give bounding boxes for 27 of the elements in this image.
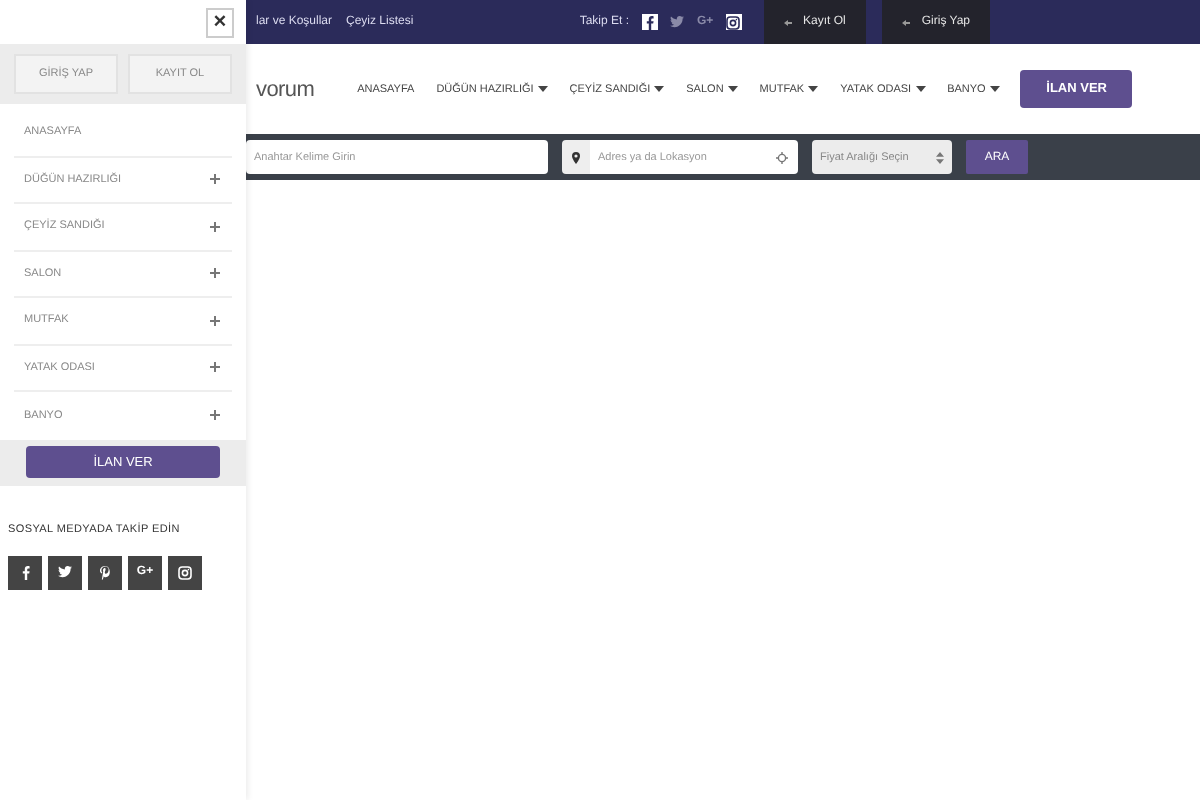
social-link[interactable] [641,14,658,30]
social-button[interactable] [88,555,122,589]
plus-icon[interactable] [210,221,220,232]
facebook-icon [645,15,654,29]
plus-icon[interactable] [210,410,220,421]
social-button[interactable] [48,555,82,589]
twitter-icon [670,16,685,28]
instagram-icon [178,565,192,579]
close-button[interactable]: × [206,7,234,37]
pin-icon [572,151,580,163]
instagram-icon [726,15,741,29]
twitter-icon [58,566,72,578]
plus-icon[interactable] [210,315,220,326]
logo[interactable]: vorum [256,77,315,101]
social-link[interactable] [725,14,742,30]
pin-button[interactable] [562,140,590,174]
social-button[interactable] [8,555,42,589]
social-button[interactable] [168,555,202,589]
facebook-icon [21,565,29,579]
pinterest-icon [100,565,110,579]
plus-icon[interactable] [210,268,220,279]
arrow-icon [783,19,792,25]
plus-icon[interactable] [210,174,220,185]
plus-icon[interactable] [210,362,220,373]
arrow-icon [901,19,910,25]
crosshair-icon[interactable] [776,151,788,163]
sort-icon [936,151,944,163]
